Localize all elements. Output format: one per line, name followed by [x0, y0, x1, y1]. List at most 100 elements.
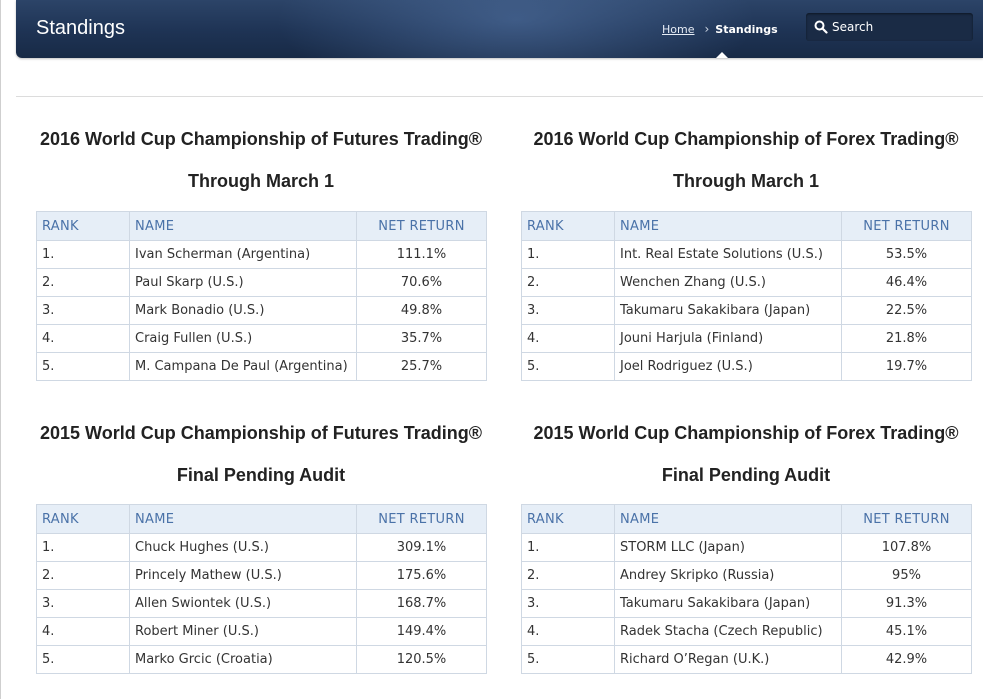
breadcrumb-home-link[interactable]: Home	[662, 23, 694, 36]
table-row: 2. Wenchen Zhang (U.S.) 46.4%	[521, 268, 972, 297]
rank-cell: 5.	[521, 645, 615, 674]
rank-cell: 5.	[521, 352, 615, 381]
net-return-cell: 175.6%	[356, 561, 487, 590]
column-header-rank: RANK	[36, 504, 130, 534]
rank-cell: 5.	[36, 645, 130, 674]
column-header-net-return: NET RETURN	[841, 504, 972, 534]
net-return-cell: 35.7%	[356, 324, 487, 353]
panel-title: 2016 World Cup Championship of Futures T…	[40, 129, 482, 149]
net-return-cell: 149.4%	[356, 617, 487, 646]
table-row: 4. Robert Miner (U.S.) 149.4%	[36, 617, 487, 646]
rank-cell: 3.	[36, 296, 130, 325]
breadcrumb: Home › Standings	[662, 22, 778, 36]
rank-cell: 1.	[521, 533, 615, 562]
name-cell: Richard O’Regan (U.K.)	[614, 645, 842, 674]
rank-cell: 4.	[521, 324, 615, 353]
net-return-cell: 91.3%	[841, 589, 972, 618]
rank-cell: 2.	[36, 268, 130, 297]
name-cell: Andrey Skripko (Russia)	[614, 561, 842, 590]
net-return-cell: 309.1%	[356, 533, 487, 562]
net-return-cell: 46.4%	[841, 268, 972, 297]
rank-cell: 2.	[36, 561, 130, 590]
breadcrumb-pointer	[716, 52, 728, 58]
name-cell: Mark Bonadio (U.S.)	[129, 296, 357, 325]
chevron-right-icon: ›	[704, 22, 710, 36]
name-cell: Allen Swiontek (U.S.)	[129, 589, 357, 618]
table-row: 1. Int. Real Estate Solutions (U.S.) 53.5%	[521, 240, 972, 269]
standings-table: RANK NAME NET RETURN 1. STORM LLC (Japan)…	[521, 504, 972, 674]
net-return-cell: 95%	[841, 561, 972, 590]
name-cell: Princely Mathew (U.S.)	[129, 561, 357, 590]
table-row: 3. Mark Bonadio (U.S.) 49.8%	[36, 296, 487, 325]
panel-subtitle: Through March 1	[187, 171, 334, 191]
name-cell: Robert Miner (U.S.)	[129, 617, 357, 646]
rank-cell: 2.	[521, 268, 615, 297]
panel-2016-futures: 2016 World Cup Championship of Futures T…	[36, 128, 487, 381]
name-cell: M. Campana De Paul (Argentina)	[129, 352, 357, 381]
rank-cell: 3.	[521, 589, 615, 618]
name-cell: Wenchen Zhang (U.S.)	[614, 268, 842, 297]
column-header-net-return: NET RETURN	[356, 211, 487, 241]
name-cell: Craig Fullen (U.S.)	[129, 324, 357, 353]
name-cell: Takumaru Sakakibara (Japan)	[614, 296, 842, 325]
name-cell: STORM LLC (Japan)	[614, 533, 842, 562]
table-row: 1. Ivan Scherman (Argentina) 111.1%	[36, 240, 487, 269]
rank-cell: 4.	[521, 617, 615, 646]
header-divider	[16, 96, 983, 97]
panel-subtitle: Final Pending Audit	[176, 465, 346, 485]
name-cell: Int. Real Estate Solutions (U.S.)	[614, 240, 842, 269]
table-header-row: RANK NAME NET RETURN	[36, 504, 487, 534]
net-return-cell: 53.5%	[841, 240, 972, 269]
net-return-cell: 107.8%	[841, 533, 972, 562]
panel-title: 2016 World Cup Championship of Forex Tra…	[533, 129, 959, 149]
panel-title: 2015 World Cup Championship of Futures T…	[40, 423, 482, 443]
name-cell: Chuck Hughes (U.S.)	[129, 533, 357, 562]
table-row: 5. M. Campana De Paul (Argentina) 25.7%	[36, 352, 487, 381]
column-header-rank: RANK	[36, 211, 130, 241]
rank-cell: 4.	[36, 324, 130, 353]
column-header-net-return: NET RETURN	[356, 504, 487, 534]
table-row: 4. Craig Fullen (U.S.) 35.7%	[36, 324, 487, 353]
name-cell: Paul Skarp (U.S.)	[129, 268, 357, 297]
table-row: 5. Marko Grcic (Croatia) 120.5%	[36, 645, 487, 674]
rank-cell: 1.	[36, 533, 130, 562]
name-cell: Marko Grcic (Croatia)	[129, 645, 357, 674]
name-cell: Ivan Scherman (Argentina)	[129, 240, 357, 269]
table-row: 2. Andrey Skripko (Russia) 95%	[521, 561, 972, 590]
table-row: 1. STORM LLC (Japan) 107.8%	[521, 533, 972, 562]
search-icon[interactable]	[814, 20, 828, 34]
search-box[interactable]	[806, 13, 973, 41]
net-return-cell: 120.5%	[356, 645, 487, 674]
net-return-cell: 70.6%	[356, 268, 487, 297]
net-return-cell: 25.7%	[356, 352, 487, 381]
standings-table: RANK NAME NET RETURN 1. Int. Real Estate …	[521, 211, 972, 381]
panel-subtitle: Through March 1	[672, 171, 819, 191]
table-header-row: RANK NAME NET RETURN	[521, 211, 972, 241]
breadcrumb-current: Standings	[715, 22, 778, 36]
net-return-cell: 22.5%	[841, 296, 972, 325]
standings-table: RANK NAME NET RETURN 1. Ivan Scherman (Ar…	[36, 211, 487, 381]
rank-cell: 5.	[36, 352, 130, 381]
standings-table: RANK NAME NET RETURN 1. Chuck Hughes (U.S…	[36, 504, 487, 674]
column-header-name: NAME	[614, 211, 842, 241]
panel-2015-futures: 2015 World Cup Championship of Futures T…	[36, 422, 487, 674]
panel-2015-forex: 2015 World Cup Championship of Forex Tra…	[521, 422, 972, 674]
net-return-cell: 168.7%	[356, 589, 487, 618]
net-return-cell: 42.9%	[841, 645, 972, 674]
name-cell: Joel Rodriguez (U.S.)	[614, 352, 842, 381]
rank-cell: 1.	[36, 240, 130, 269]
page-header: Standings Home › Standings	[16, 0, 983, 58]
name-cell: Jouni Harjula (Finland)	[614, 324, 842, 353]
page-title: Standings	[36, 17, 125, 39]
name-cell: Radek Stacha (Czech Republic)	[614, 617, 842, 646]
search-input[interactable]	[832, 17, 966, 37]
rank-cell: 2.	[521, 561, 615, 590]
table-row: 4. Jouni Harjula (Finland) 21.8%	[521, 324, 972, 353]
column-header-name: NAME	[129, 504, 357, 534]
rank-cell: 3.	[36, 589, 130, 618]
net-return-cell: 45.1%	[841, 617, 972, 646]
column-header-net-return: NET RETURN	[841, 211, 972, 241]
table-row: 2. Paul Skarp (U.S.) 70.6%	[36, 268, 487, 297]
table-header-row: RANK NAME NET RETURN	[521, 504, 972, 534]
column-header-rank: RANK	[521, 504, 615, 534]
